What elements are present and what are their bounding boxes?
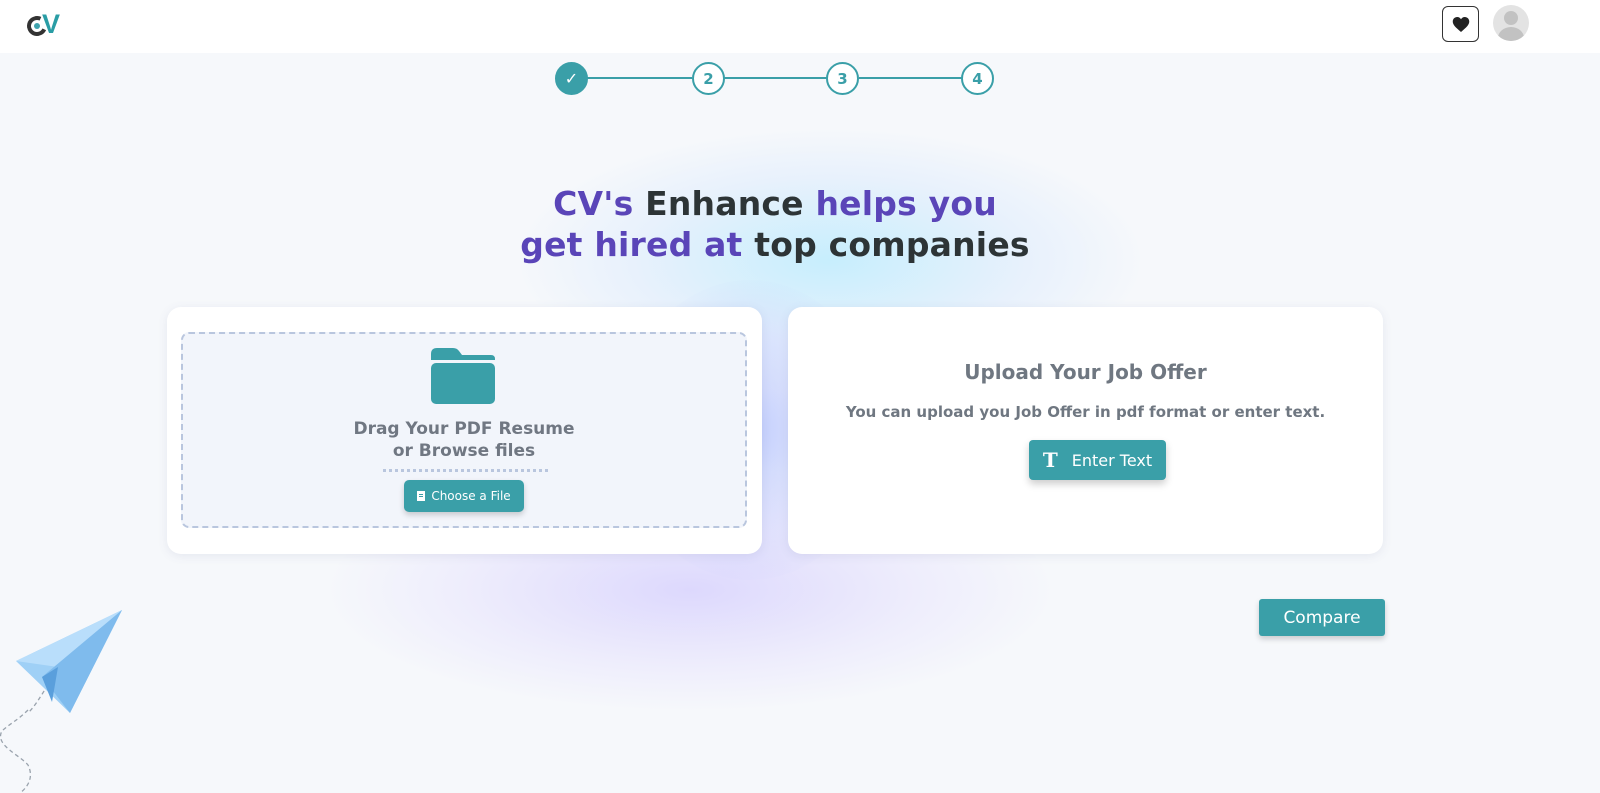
step-4[interactable]: 4 bbox=[961, 62, 994, 95]
step-1[interactable]: ✓ bbox=[555, 62, 588, 95]
enter-text-label: Enter Text bbox=[1071, 450, 1153, 470]
job-offer-card: Upload Your Job Offer You can upload you… bbox=[788, 307, 1383, 554]
folder-icon bbox=[431, 348, 495, 404]
headline-part: top companies bbox=[754, 225, 1030, 264]
step-2[interactable]: 2 bbox=[692, 62, 725, 95]
file-icon bbox=[417, 491, 426, 501]
cv-logo[interactable]: V bbox=[24, 9, 65, 39]
hero-headline: CV's Enhance helps you get hired at top … bbox=[400, 183, 1150, 265]
resume-dropzone[interactable]: Drag Your PDF Resume or Browse files Cho… bbox=[181, 332, 747, 528]
progress-stepper: ✓ 2 3 4 bbox=[555, 62, 995, 96]
job-offer-title: Upload Your Job Offer bbox=[964, 360, 1207, 384]
dropzone-subtext: or Browse files bbox=[392, 441, 536, 461]
dropzone-divider bbox=[383, 469, 548, 472]
logo-v-mark: V bbox=[42, 9, 61, 39]
step-connector bbox=[859, 77, 962, 79]
headline-part: CV's bbox=[553, 184, 634, 223]
text-icon: T bbox=[1042, 448, 1058, 472]
compare-button[interactable]: Compare bbox=[1259, 599, 1385, 636]
dropzone-text: Drag Your PDF Resume bbox=[353, 419, 575, 439]
step-connector bbox=[724, 77, 827, 79]
avatar[interactable] bbox=[1493, 5, 1529, 41]
choose-file-button[interactable]: Choose a File bbox=[404, 480, 524, 512]
headline-part: Enhance bbox=[645, 184, 804, 223]
job-offer-description: You can upload you Job Offer in pdf form… bbox=[845, 403, 1326, 421]
resume-upload-card: Drag Your PDF Resume or Browse files Cho… bbox=[167, 307, 762, 554]
step-3[interactable]: 3 bbox=[826, 62, 859, 95]
headline-part: get hired at bbox=[520, 225, 743, 264]
headline-part: helps you bbox=[815, 184, 997, 223]
enter-text-button[interactable]: T Enter Text bbox=[1029, 440, 1166, 480]
avatar-head bbox=[1504, 11, 1518, 25]
choose-file-label: Choose a File bbox=[431, 489, 511, 503]
step-connector bbox=[587, 77, 692, 79]
top-bar: V bbox=[0, 0, 1600, 53]
avatar-body bbox=[1498, 27, 1524, 41]
favorites-button[interactable] bbox=[1442, 6, 1479, 42]
heart-icon bbox=[1452, 16, 1469, 32]
paper-plane-icon bbox=[0, 610, 122, 793]
logo-dot bbox=[34, 23, 40, 29]
